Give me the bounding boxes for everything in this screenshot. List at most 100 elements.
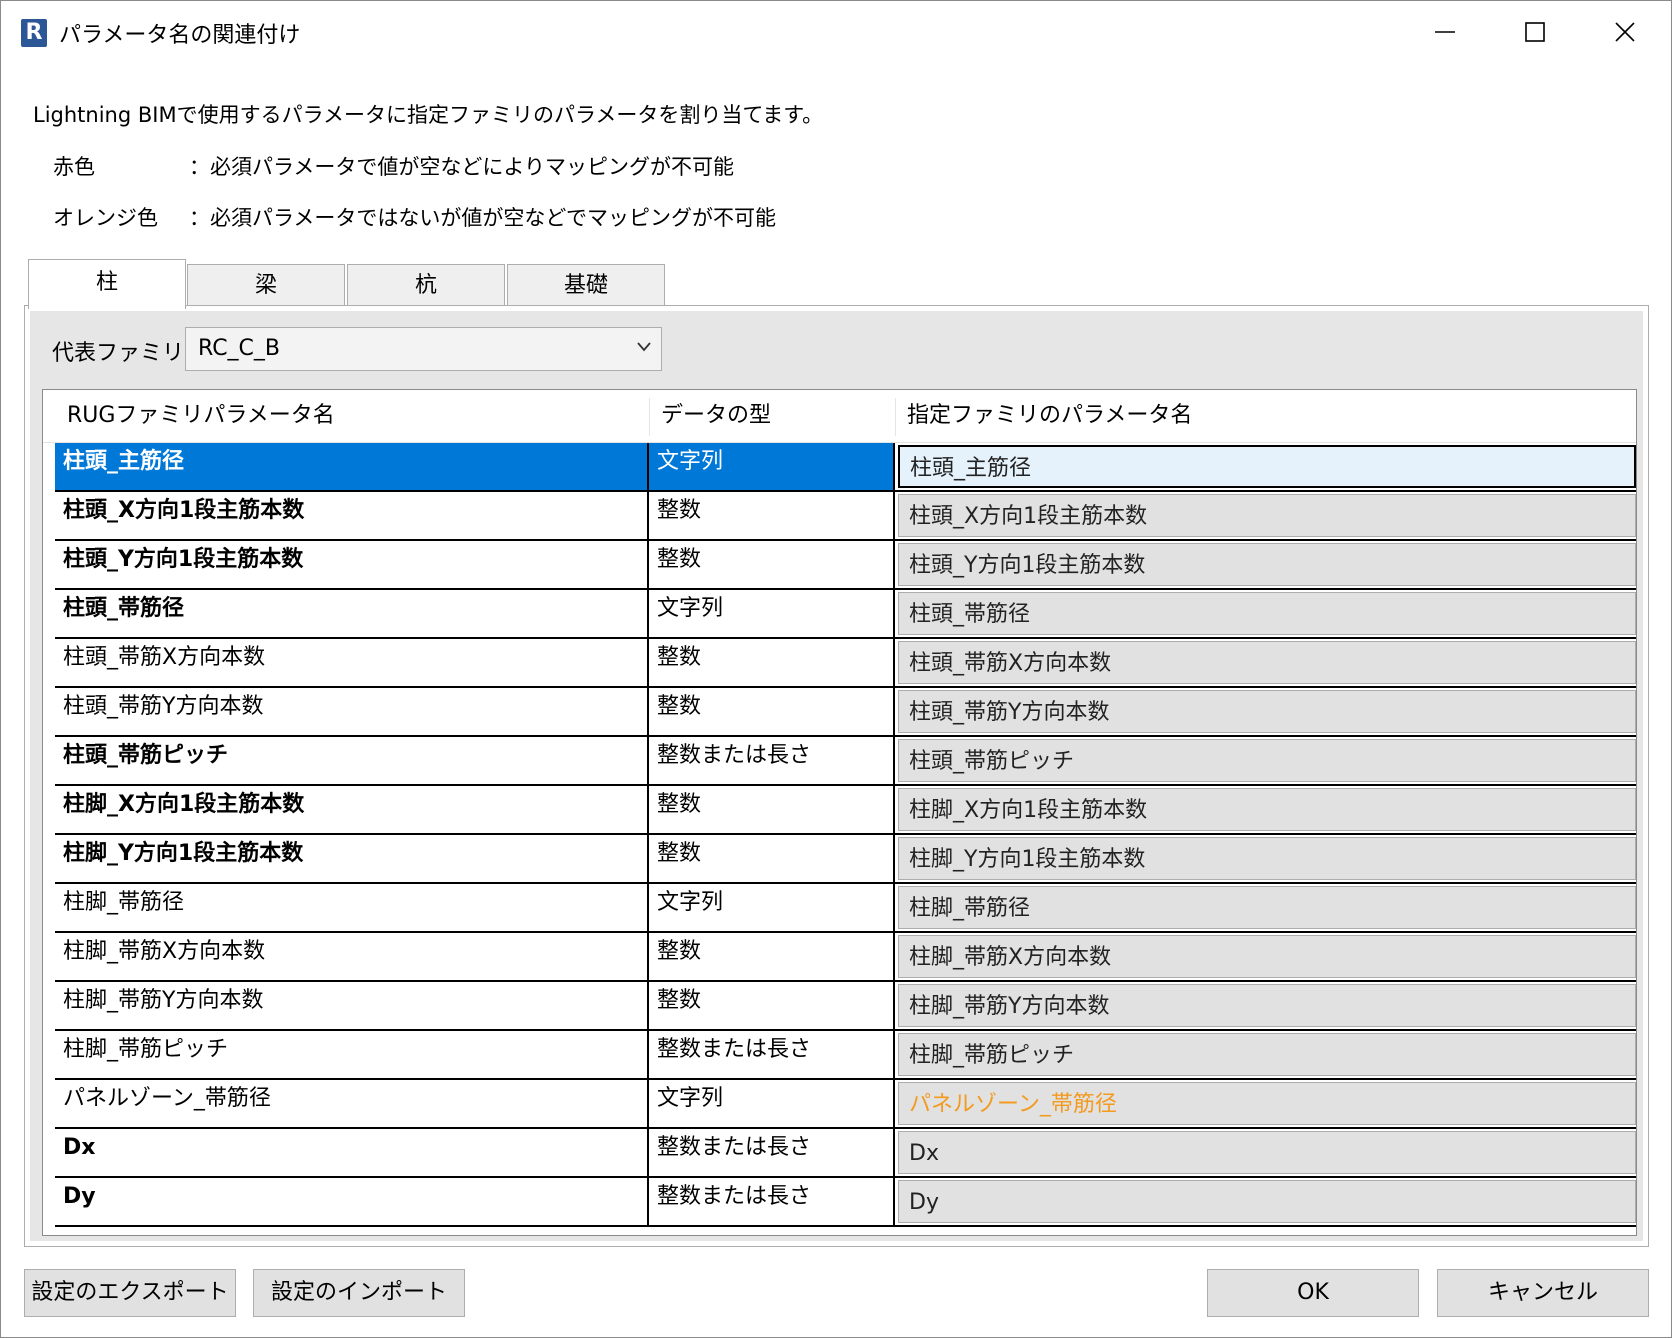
header-data-type[interactable]: データの型 — [649, 390, 895, 442]
table-row[interactable]: 柱脚_X方向1段主筋本数 整数 柱脚_X方向1段主筋本数 — [55, 786, 1636, 835]
family-param-cell: 柱頭_帯筋ピッチ — [895, 737, 1636, 784]
maximize-button[interactable] — [1489, 1, 1581, 63]
legend-orange-text: ：必須パラメータではないが値が空などでマッピングが不可能 — [189, 206, 776, 230]
family-param-cell: 柱脚_X方向1段主筋本数 — [895, 786, 1636, 833]
rug-param-name-cell[interactable]: 柱脚_帯筋径 — [55, 884, 649, 931]
close-icon — [1615, 22, 1635, 42]
family-param-cell: 柱頭_X方向1段主筋本数 — [895, 492, 1636, 539]
table-row[interactable]: 柱頭_帯筋X方向本数 整数 柱頭_帯筋X方向本数 — [55, 639, 1636, 688]
data-type-cell[interactable]: 文字列 — [649, 1080, 895, 1127]
export-settings-button[interactable]: 設定のエクスポート — [24, 1269, 236, 1317]
table-row[interactable]: 柱頭_帯筋径 文字列 柱頭_帯筋径 — [55, 590, 1636, 639]
minimize-icon — [1435, 31, 1455, 33]
data-type-cell[interactable]: 整数または長さ — [649, 1178, 895, 1225]
family-param-combo[interactable]: 柱頭_X方向1段主筋本数 — [898, 494, 1636, 537]
family-param-combo[interactable]: Dy — [898, 1180, 1636, 1223]
description-text: Lightning BIMで使用するパラメータに指定ファミリのパラメータを割り当… — [33, 103, 824, 127]
data-type-cell[interactable]: 整数または長さ — [649, 1129, 895, 1176]
rug-param-name-cell[interactable]: 柱頭_主筋径 — [55, 443, 649, 490]
data-type-cell[interactable]: 文字列 — [649, 443, 895, 490]
rug-param-name-cell[interactable]: 柱頭_帯筋X方向本数 — [55, 639, 649, 686]
header-rug-param[interactable]: RUGファミリパラメータ名 — [55, 390, 649, 442]
table-row[interactable]: 柱頭_Y方向1段主筋本数 整数 柱頭_Y方向1段主筋本数 — [55, 541, 1636, 590]
family-param-cell: 柱頭_主筋径 — [895, 443, 1636, 490]
cancel-button[interactable]: キャンセル — [1437, 1269, 1649, 1317]
data-type-cell[interactable]: 整数 — [649, 786, 895, 833]
family-dropdown[interactable]: RC_C_B — [185, 327, 662, 371]
table-row[interactable]: 柱脚_帯筋Y方向本数 整数 柱脚_帯筋Y方向本数 — [55, 982, 1636, 1031]
tab-beam[interactable]: 梁 — [187, 264, 345, 306]
rug-param-name-cell[interactable]: 柱脚_X方向1段主筋本数 — [55, 786, 649, 833]
tab-column[interactable]: 柱 — [28, 259, 186, 309]
table-row[interactable]: 柱脚_Y方向1段主筋本数 整数 柱脚_Y方向1段主筋本数 — [55, 835, 1636, 884]
family-param-cell: Dy — [895, 1178, 1636, 1225]
data-type-cell[interactable]: 整数または長さ — [649, 1031, 895, 1078]
family-param-combo[interactable]: 柱脚_帯筋ピッチ — [898, 1033, 1636, 1076]
family-param-combo[interactable]: 柱頭_帯筋径 — [898, 592, 1636, 635]
family-param-cell: 柱脚_帯筋ピッチ — [895, 1031, 1636, 1078]
family-param-cell: 柱脚_帯筋X方向本数 — [895, 933, 1636, 980]
title-bar: R パラメータ名の関連付け — [1, 1, 1671, 65]
rug-param-name-cell[interactable]: 柱脚_帯筋Y方向本数 — [55, 982, 649, 1029]
family-param-combo[interactable]: 柱脚_帯筋Y方向本数 — [898, 984, 1636, 1027]
family-param-combo[interactable]: パネルゾーン_帯筋径 — [898, 1082, 1636, 1125]
tab-foundation[interactable]: 基礎 — [507, 264, 665, 306]
rug-param-name-cell[interactable]: 柱頭_帯筋ピッチ — [55, 737, 649, 784]
family-param-combo[interactable]: 柱頭_帯筋ピッチ — [898, 739, 1636, 782]
data-type-cell[interactable]: 文字列 — [649, 590, 895, 637]
table-row[interactable]: 柱脚_帯筋径 文字列 柱脚_帯筋径 — [55, 884, 1636, 933]
rug-param-name-cell[interactable]: 柱頭_帯筋径 — [55, 590, 649, 637]
table-row[interactable]: 柱頭_帯筋Y方向本数 整数 柱頭_帯筋Y方向本数 — [55, 688, 1636, 737]
family-param-combo[interactable]: 柱頭_帯筋Y方向本数 — [898, 690, 1636, 733]
rug-param-name-cell[interactable]: 柱頭_X方向1段主筋本数 — [55, 492, 649, 539]
rug-param-name-cell[interactable]: 柱頭_Y方向1段主筋本数 — [55, 541, 649, 588]
table-row[interactable]: 柱頭_帯筋ピッチ 整数または長さ 柱頭_帯筋ピッチ — [55, 737, 1636, 786]
data-type-cell[interactable]: 整数 — [649, 835, 895, 882]
data-type-cell[interactable]: 整数 — [649, 639, 895, 686]
data-type-cell[interactable]: 整数 — [649, 933, 895, 980]
grid-header: RUGファミリパラメータ名 データの型 指定ファミリのパラメータ名 — [43, 390, 1636, 443]
rug-param-name-cell[interactable]: 柱脚_Y方向1段主筋本数 — [55, 835, 649, 882]
family-param-cell: 柱頭_帯筋Y方向本数 — [895, 688, 1636, 735]
data-type-cell[interactable]: 整数 — [649, 982, 895, 1029]
data-type-cell[interactable]: 整数または長さ — [649, 737, 895, 784]
family-label: 代表ファミリ — [52, 341, 185, 366]
table-row[interactable]: 柱脚_帯筋ピッチ 整数または長さ 柱脚_帯筋ピッチ — [55, 1031, 1636, 1080]
family-param-combo[interactable]: 柱脚_X方向1段主筋本数 — [898, 788, 1636, 831]
rug-param-name-cell[interactable]: 柱頭_帯筋Y方向本数 — [55, 688, 649, 735]
family-param-combo[interactable]: 柱脚_Y方向1段主筋本数 — [898, 837, 1636, 880]
family-param-combo[interactable]: 柱脚_帯筋径 — [898, 886, 1636, 929]
rug-param-name-cell[interactable]: パネルゾーン_帯筋径 — [55, 1080, 649, 1127]
legend-red-text: ：必須パラメータで値が空などによりマッピングが不可能 — [189, 155, 734, 179]
table-row[interactable]: 柱脚_帯筋X方向本数 整数 柱脚_帯筋X方向本数 — [55, 933, 1636, 982]
revit-icon: R — [21, 19, 47, 47]
family-param-cell: 柱頭_帯筋径 — [895, 590, 1636, 637]
maximize-icon — [1525, 22, 1545, 42]
header-family-param[interactable]: 指定ファミリのパラメータ名 — [895, 390, 1636, 442]
data-type-cell[interactable]: 整数 — [649, 688, 895, 735]
tab-pile[interactable]: 杭 — [347, 264, 505, 306]
family-param-combo[interactable]: 柱脚_帯筋X方向本数 — [898, 935, 1636, 978]
chevron-down-icon — [637, 342, 651, 352]
rug-param-name-cell[interactable]: 柱脚_帯筋ピッチ — [55, 1031, 649, 1078]
table-row[interactable]: Dx 整数または長さ Dx — [55, 1129, 1636, 1178]
minimize-button[interactable] — [1399, 1, 1491, 63]
rug-param-name-cell[interactable]: Dx — [55, 1129, 649, 1176]
table-row[interactable]: 柱頭_主筋径 文字列 柱頭_主筋径 — [55, 443, 1636, 492]
ok-button[interactable]: OK — [1207, 1269, 1419, 1317]
family-param-combo[interactable]: 柱頭_帯筋X方向本数 — [898, 641, 1636, 684]
data-type-cell[interactable]: 整数 — [649, 541, 895, 588]
family-param-combo[interactable]: Dx — [898, 1131, 1636, 1174]
table-row[interactable]: パネルゾーン_帯筋径 文字列 パネルゾーン_帯筋径 — [55, 1080, 1636, 1129]
family-param-combo[interactable]: 柱頭_主筋径 — [898, 445, 1636, 488]
rug-param-name-cell[interactable]: 柱脚_帯筋X方向本数 — [55, 933, 649, 980]
table-row[interactable]: 柱頭_X方向1段主筋本数 整数 柱頭_X方向1段主筋本数 — [55, 492, 1636, 541]
import-settings-button[interactable]: 設定のインポート — [253, 1269, 465, 1317]
rug-param-name-cell[interactable]: Dy — [55, 1178, 649, 1225]
table-row[interactable]: Dy 整数または長さ Dy — [55, 1178, 1636, 1227]
family-param-cell: 柱脚_帯筋Y方向本数 — [895, 982, 1636, 1029]
family-param-combo[interactable]: 柱頭_Y方向1段主筋本数 — [898, 543, 1636, 586]
close-button[interactable] — [1579, 1, 1671, 63]
data-type-cell[interactable]: 整数 — [649, 492, 895, 539]
data-type-cell[interactable]: 文字列 — [649, 884, 895, 931]
